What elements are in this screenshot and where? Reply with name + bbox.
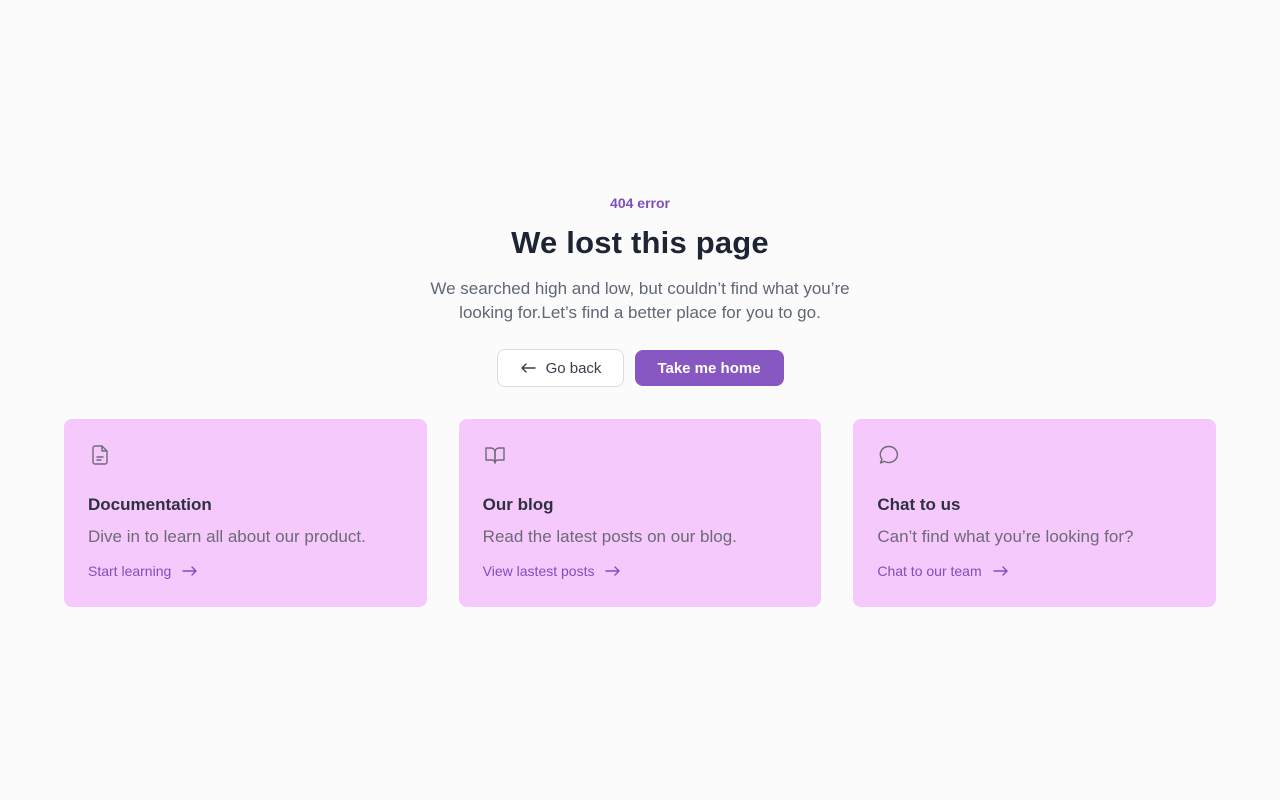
card-chat: Chat to us Can’t find what you’re lookin… — [853, 419, 1217, 607]
card-blog: Our blog Read the latest posts on our bl… — [458, 419, 822, 607]
card-title: Documentation — [88, 495, 212, 514]
page-title: We lost this page — [511, 225, 769, 260]
card-link-label: View lastest posts — [482, 563, 595, 579]
page-subtitle: We searched high and low, but couldn’t f… — [430, 279, 850, 322]
not-found-page: 404 error We lost this page We searched … — [0, 0, 1280, 800]
book-icon — [484, 447, 505, 464]
card-title: Our blog — [482, 495, 554, 514]
document-icon — [92, 445, 108, 465]
card-title: Chat to us — [877, 495, 961, 514]
error-code-label: 404 error — [610, 195, 670, 211]
card-description: Read the latest posts on our blog. — [482, 527, 737, 546]
go-back-label: Go back — [545, 359, 602, 377]
card-description: Can’t find what you’re looking for? — [877, 527, 1134, 546]
chat-to-team-link[interactable]: Chat to our team — [877, 563, 1009, 579]
hero-actions: Go back Take me home — [0, 349, 1280, 387]
arrow-right-icon — [992, 566, 1008, 576]
arrow-right-icon — [182, 566, 197, 576]
view-latest-posts-link[interactable]: View lastest posts — [483, 563, 623, 579]
card-link-label: Chat to our team — [877, 563, 982, 579]
take-me-home-button[interactable]: Take me home — [634, 350, 784, 386]
take-me-home-label: Take me home — [657, 359, 761, 377]
hero-section: 404 error We lost this page We searched … — [0, 193, 1280, 387]
chat-bubble-icon — [879, 445, 899, 464]
card-link-label: Start learning — [88, 563, 172, 579]
card-documentation: Documentation Dive in to learn all about… — [64, 419, 427, 607]
start-learning-link[interactable]: Start learning — [88, 563, 199, 579]
arrow-left-icon — [520, 363, 536, 373]
go-back-button[interactable]: Go back — [496, 349, 624, 387]
help-cards: Documentation Dive in to learn all about… — [64, 419, 1217, 607]
arrow-right-icon — [605, 566, 621, 576]
card-description: Dive in to learn all about our product. — [88, 527, 366, 546]
